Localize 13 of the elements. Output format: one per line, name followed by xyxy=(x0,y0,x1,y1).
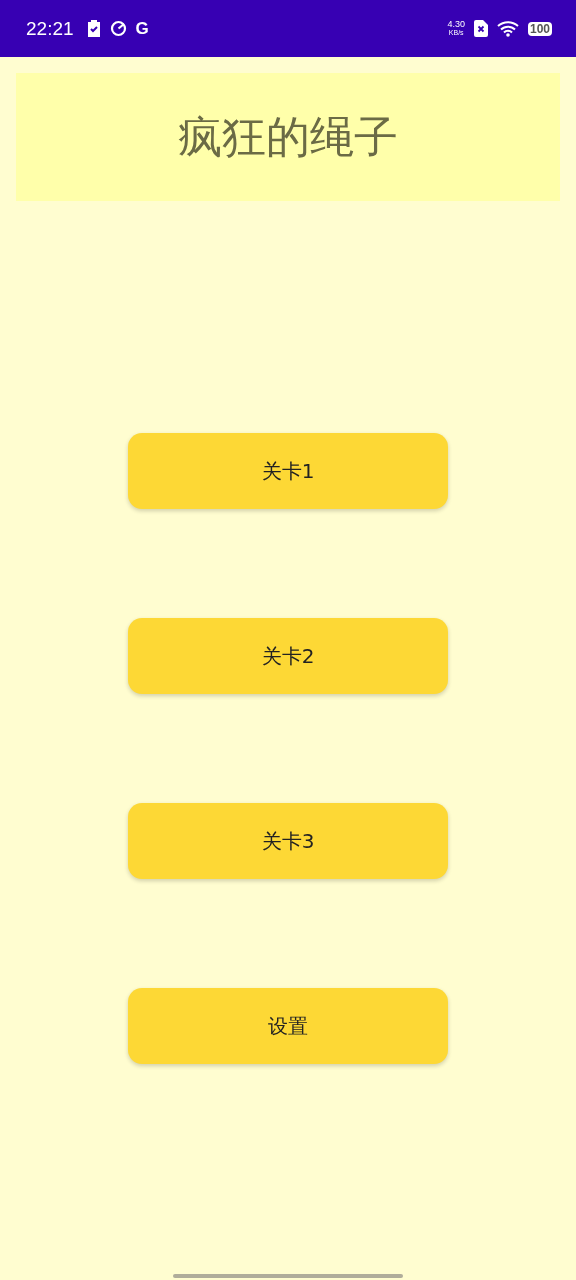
menu-button[interactable]: 关卡3 xyxy=(128,803,448,879)
sim-card-icon xyxy=(473,20,488,37)
clock: 22:21 xyxy=(26,17,74,40)
menu-button[interactable]: 关卡2 xyxy=(128,618,448,694)
google-letter: G xyxy=(135,18,149,39)
menu-button[interactable]: 关卡1 xyxy=(128,433,448,509)
app-title: 疯狂的绳子 xyxy=(178,109,398,164)
circular-gauge-icon xyxy=(109,20,127,37)
home-indicator[interactable] xyxy=(173,1274,403,1278)
battery-level: 100 xyxy=(527,21,552,36)
wifi-icon xyxy=(496,20,519,37)
menu-button[interactable]: 设置 xyxy=(128,988,448,1064)
clipboard-check-icon xyxy=(86,20,101,37)
